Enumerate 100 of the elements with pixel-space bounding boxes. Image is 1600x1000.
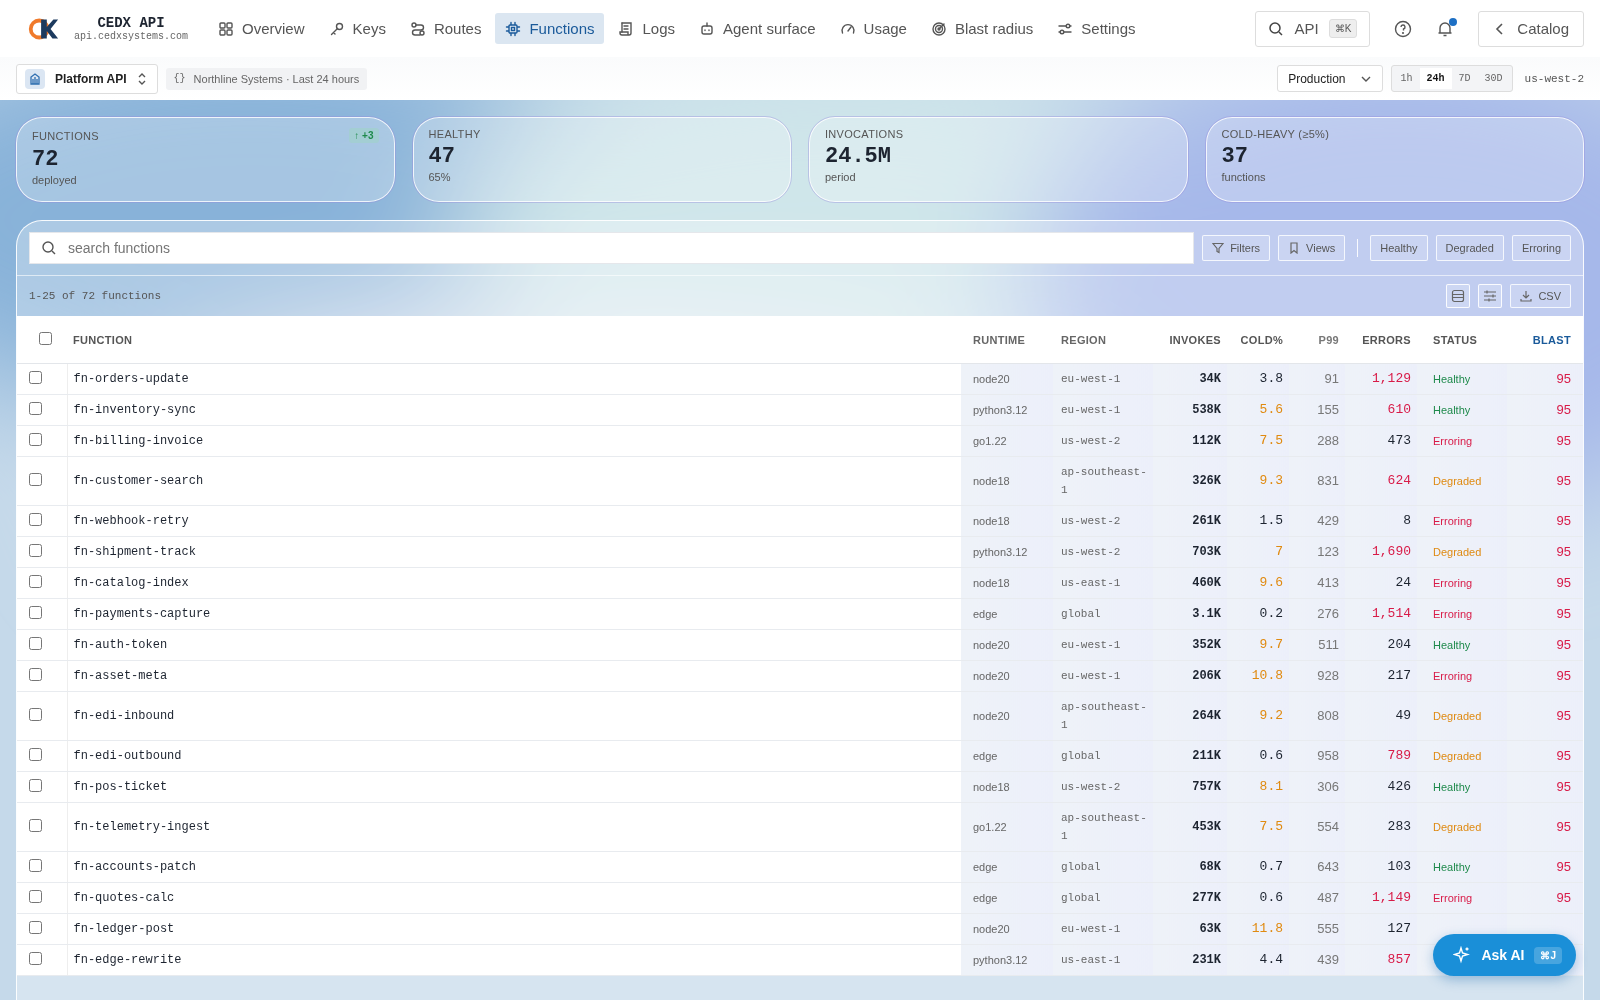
views-button[interactable]: Views [1278,235,1346,261]
nav-tab[interactable]: Keys [318,13,396,44]
bot-icon [699,20,715,37]
help-icon[interactable] [1394,19,1413,38]
row-checkbox[interactable] [29,707,42,721]
nav-tab[interactable]: Blast radius [920,13,1044,44]
row-checkbox[interactable] [29,858,42,872]
row-checkbox[interactable] [29,747,42,761]
p99-cell: 123 [1289,536,1345,568]
column-header[interactable]: FUNCTION [67,316,961,364]
cold-cell: 1.5 [1259,513,1283,528]
nav-tab[interactable]: Usage [829,13,917,44]
p99-cell: 306 [1289,771,1345,803]
environment-select[interactable]: Production [1277,65,1383,92]
row-checkbox[interactable] [29,920,42,934]
grid-icon [218,20,235,37]
status-label: Degraded [1433,546,1482,558]
status-label: Healthy [1433,781,1471,793]
row-checkbox[interactable] [29,636,42,650]
command-search-button[interactable]: API ⌘K [1255,10,1371,47]
nav-tab[interactable]: Overview [208,13,315,44]
search-field[interactable]: search functions [29,232,1195,264]
invokes-cell: 211K [1153,740,1227,772]
column-header[interactable]: RUNTIME [961,316,1053,364]
time-range-option[interactable]: 30D [1477,68,1510,89]
download-icon [1520,290,1533,302]
blast-cell: 95 [1556,668,1571,683]
row-checkbox[interactable] [29,889,42,903]
column-header[interactable]: STATUS [1417,316,1507,364]
column-header[interactable]: P99 [1289,316,1345,364]
status-label: Healthy [1433,639,1471,651]
function-name[interactable]: fn-billing-invoice [67,425,961,457]
row-checkbox[interactable] [29,472,42,486]
nav-tab[interactable]: Agent surface [689,13,826,44]
function-name[interactable]: fn-accounts-patch [67,851,961,883]
invokes-cell: 261K [1153,505,1227,537]
runtime-cell: go1.22 [961,802,1053,852]
column-header[interactable]: REGION [1053,316,1153,364]
ask-ai-button[interactable]: Ask AI ⌘J [1433,934,1576,976]
filter-icon [1212,242,1225,254]
row-checkbox[interactable] [29,778,42,792]
density-button[interactable] [1446,284,1471,308]
row-checkbox[interactable] [29,401,42,415]
status-filter-chip[interactable]: Healthy [1370,235,1428,261]
time-range-option[interactable]: 7D [1451,68,1478,89]
project-selector[interactable]: Platform API [16,63,158,94]
function-name[interactable]: fn-webhook-retry [67,505,961,537]
function-name[interactable]: fn-payments-capture [67,598,961,630]
row-checkbox[interactable] [29,605,42,619]
row-checkbox[interactable] [29,667,42,681]
row-checkbox[interactable] [29,370,42,384]
function-name[interactable]: fn-orders-update [67,363,961,395]
runtime-cell: node20 [961,660,1053,692]
function-name[interactable]: fn-asset-meta [67,660,961,692]
filters-button[interactable]: Filters [1202,235,1271,261]
function-name[interactable]: fn-edge-rewrite [67,944,961,976]
nav-tab[interactable]: Logs [608,13,685,44]
status-filter-chip[interactable]: Degraded [1435,235,1504,261]
p99-cell: 429 [1289,505,1345,537]
export-csv-button[interactable]: CSV [1510,284,1571,308]
time-range-option[interactable]: 24h [1419,68,1452,89]
function-name[interactable]: fn-shipment-track [67,536,961,568]
runtime-cell: node18 [961,505,1053,537]
row-checkbox[interactable] [29,543,42,557]
cold-cell: 11.8 [1251,921,1283,936]
p99-cell: 413 [1289,567,1345,599]
column-header[interactable]: BLAST [1507,316,1583,364]
select-all-checkbox[interactable] [38,332,52,345]
function-name[interactable]: fn-customer-search [67,456,961,506]
function-name[interactable]: fn-telemetry-ingest [67,802,961,852]
columns-button[interactable] [1478,284,1503,308]
catalog-button[interactable]: Catalog [1478,10,1584,47]
column-header[interactable]: COLD% [1227,316,1289,364]
kpi-caption: deployed [32,174,78,186]
function-name[interactable]: fn-catalog-index [67,567,961,599]
function-name[interactable]: fn-auth-token [67,629,961,661]
column-header[interactable]: INVOKES [1153,316,1227,364]
function-name[interactable]: fn-inventory-sync [67,394,961,426]
nav-tab[interactable]: Functions [495,13,605,44]
row-checkbox[interactable] [29,574,42,588]
function-name[interactable]: fn-ledger-post [67,913,961,945]
row-checkbox[interactable] [29,818,42,832]
region-cell: us-west-2 [1061,515,1121,527]
row-checkbox[interactable] [29,951,42,965]
invokes-cell: 538K [1153,394,1227,426]
function-name[interactable]: fn-edi-inbound [67,691,961,741]
region-cell: global [1061,750,1101,762]
notification-bell-icon[interactable] [1436,19,1455,38]
status-filter-chip[interactable]: Erroring [1511,235,1571,261]
function-name[interactable]: fn-edi-outbound [67,740,961,772]
nav-tab[interactable]: Settings [1047,13,1146,44]
time-range-option[interactable]: 1h [1393,68,1420,89]
function-name[interactable]: fn-pos-ticket [67,771,961,803]
p99-cell: 276 [1289,598,1345,630]
runtime-cell: node20 [961,913,1053,945]
row-checkbox[interactable] [29,512,42,526]
nav-tab[interactable]: Routes [399,13,492,44]
function-name[interactable]: fn-quotes-calc [67,882,961,914]
column-header[interactable]: ERRORS [1345,316,1417,364]
row-checkbox[interactable] [29,432,42,446]
